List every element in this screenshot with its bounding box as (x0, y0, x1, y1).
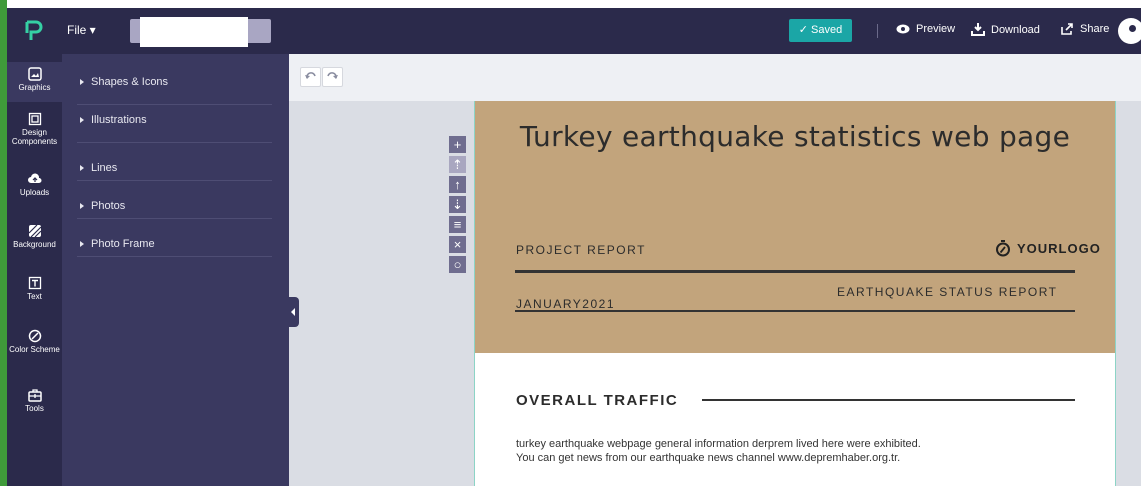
expand-triangle-icon (80, 240, 84, 247)
logo-text: YOURLOGO (1017, 241, 1101, 256)
download-icon (971, 23, 985, 36)
avatar[interactable] (1118, 18, 1141, 44)
cloud-upload-icon (27, 173, 41, 183)
status-report-label[interactable]: EARTHQUAKE STATUS REPORT (837, 285, 1057, 299)
category-label: Illustrations (91, 114, 147, 126)
document-name-field[interactable] (130, 17, 271, 47)
image-icon (27, 67, 42, 81)
category-lines[interactable]: Lines (77, 142, 272, 181)
body-line-2: You can get news from our earthquake new… (516, 452, 901, 464)
category-photo-frame[interactable]: Photo Frame (77, 218, 272, 257)
collapse-panel-button[interactable] (289, 297, 299, 327)
text-icon (28, 276, 41, 290)
rail-item-graphics[interactable]: Graphics (7, 62, 62, 102)
body-line-1: turkey earthquake webpage general inform… (516, 438, 921, 450)
rail-label-graphics: Graphics (18, 83, 51, 92)
download-button[interactable]: Download (971, 23, 1040, 36)
share-button[interactable]: Share (1061, 23, 1109, 35)
redo-button[interactable] (322, 67, 343, 87)
rail-item-background[interactable]: Background (7, 224, 62, 249)
toolbar-divider (877, 24, 878, 38)
background-icon (28, 224, 41, 238)
download-label: Download (991, 23, 1040, 36)
rail-label-color-scheme: Color Scheme (9, 345, 60, 354)
preview-label: Preview (916, 23, 956, 35)
left-icon-rail: Graphics Design Components Uploads Backg… (7, 54, 62, 486)
share-label: Share (1080, 23, 1110, 35)
expand-triangle-icon (80, 164, 84, 171)
expand-triangle-icon (80, 202, 84, 209)
date-label[interactable]: JANUARY2021 (516, 297, 615, 311)
palette-icon (28, 329, 41, 343)
move-down-icon[interactable]: ⇣ (449, 196, 466, 213)
rail-item-uploads[interactable]: Uploads (7, 172, 62, 197)
rail-item-tools[interactable]: Tools (7, 388, 62, 413)
move-up-icon[interactable]: ⇡ (449, 156, 466, 173)
rail-item-color-scheme[interactable]: Color Scheme (7, 329, 62, 354)
body-text[interactable]: turkey earthquake webpage general inform… (516, 437, 1076, 465)
page-title[interactable]: Turkey earthquake statistics web page (515, 121, 1075, 153)
category-label: Lines (91, 162, 118, 174)
settings-block-icon[interactable]: ○ (449, 256, 466, 273)
eye-icon (896, 24, 910, 34)
stopwatch-logo-icon (996, 240, 1010, 257)
header-banner[interactable]: Turkey earthquake statistics web page PR… (475, 101, 1115, 353)
rail-label-text: Text (27, 292, 42, 301)
redo-icon (327, 72, 338, 79)
rail-item-text[interactable]: Text (7, 276, 62, 301)
expand-triangle-icon (80, 116, 84, 123)
duplicate-block-icon[interactable]: ≡ (449, 216, 466, 233)
delete-block-icon[interactable]: × (449, 236, 466, 253)
expand-triangle-icon (80, 78, 84, 85)
rail-label-background: Background (13, 240, 56, 249)
rail-label-uploads: Uploads (19, 188, 50, 197)
category-label: Photos (91, 200, 126, 212)
section-rule (702, 399, 1075, 401)
category-shapes-icons[interactable]: Shapes & Icons (77, 66, 272, 105)
add-block-icon[interactable]: + (449, 136, 466, 153)
app-logo-icon[interactable] (23, 19, 45, 43)
document-name-redaction (140, 17, 248, 47)
canvas-toolbar (289, 54, 1141, 101)
your-logo[interactable]: YOURLOGO (995, 240, 1101, 257)
divider-line (515, 270, 1075, 273)
components-icon (28, 112, 41, 126)
saved-button[interactable]: ✓ Saved (789, 19, 852, 42)
rail-label-design-components: Design Components (11, 128, 58, 146)
block-toolbar: + ⇡ ↑ ⇣ ≡ × ○ (449, 136, 466, 276)
category-label: Shapes & Icons (91, 76, 169, 88)
file-menu[interactable]: File ▾ (67, 23, 96, 37)
undo-icon (305, 72, 316, 79)
move-arrow-icon[interactable]: ↑ (449, 176, 466, 193)
share-icon (1061, 23, 1073, 35)
canvas-page[interactable]: Turkey earthquake statistics web page PR… (474, 101, 1116, 486)
divider-line (515, 310, 1075, 312)
window-edge (0, 0, 7, 486)
rail-label-tools: Tools (25, 404, 44, 413)
category-label: Photo Frame (91, 238, 155, 250)
top-bar: File ▾ ✓ Saved Preview Download Share (7, 8, 1141, 54)
section-title[interactable]: OVERALL TRAFFIC (516, 392, 678, 409)
category-photos[interactable]: Photos (77, 180, 272, 219)
undo-button[interactable] (300, 67, 321, 87)
toolbox-icon (27, 389, 42, 402)
graphics-panel: Shapes & Icons Illustrations Lines Photo… (62, 54, 289, 486)
category-illustrations[interactable]: Illustrations (77, 104, 272, 143)
project-report-label[interactable]: PROJECT REPORT (516, 243, 646, 257)
preview-button[interactable]: Preview (896, 23, 955, 35)
rail-item-design-components[interactable]: Design Components (7, 112, 62, 146)
